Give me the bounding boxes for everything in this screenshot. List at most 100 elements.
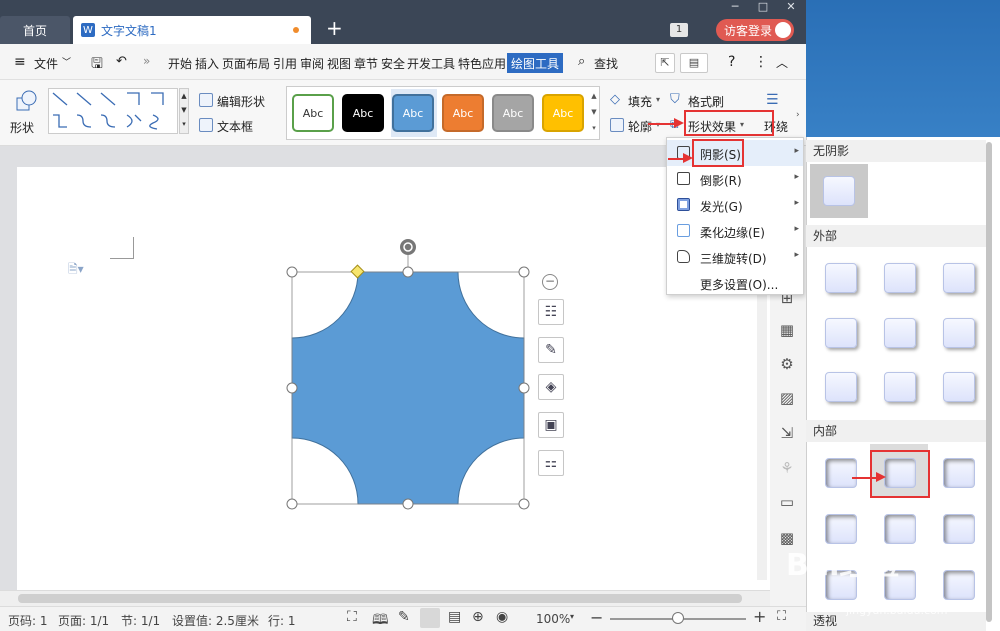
outer-shadow-option[interactable]	[884, 372, 916, 402]
menu-references[interactable]: 引用	[273, 55, 297, 72]
zoom-out-icon[interactable]: −	[590, 608, 603, 627]
vertical-scrollbar[interactable]	[757, 280, 767, 580]
chevron-down-icon[interactable]: ﹀	[62, 55, 71, 68]
page-view-icon[interactable]	[420, 608, 440, 628]
float-fill-icon[interactable]: ◈	[538, 374, 564, 400]
inner-shadow-option[interactable]	[943, 458, 975, 488]
zoom-dropdown-icon[interactable]: ▾	[570, 612, 574, 621]
sidebar-table-icon[interactable]: ▦	[779, 322, 795, 338]
menu-item-more-settings[interactable]: 更多设置(O)...	[667, 270, 803, 296]
textbox-label[interactable]: 文本框	[217, 118, 253, 135]
scroll-thumb[interactable]	[18, 594, 742, 603]
fit-page-icon[interactable]: ⛶	[777, 609, 786, 624]
outer-shadow-option[interactable]	[943, 372, 975, 402]
shadow-panel-scrollbar[interactable]	[986, 142, 992, 622]
format-painter-label[interactable]: 格式刷	[688, 93, 724, 110]
style-swatch-blue[interactable]: Abc	[392, 94, 434, 132]
more-options-icon[interactable]: ⋮	[754, 54, 768, 70]
more-icon[interactable]: »	[143, 54, 150, 68]
style-swatch-gray[interactable]: Abc	[492, 94, 534, 132]
help-icon[interactable]: ?	[728, 54, 735, 70]
menu-chapter[interactable]: 章节	[354, 55, 378, 72]
plaque-shape[interactable]	[291, 271, 525, 505]
inner-shadow-option[interactable]	[825, 458, 857, 488]
menu-developer[interactable]: 开发工具	[407, 55, 455, 72]
selected-shape[interactable]	[286, 236, 532, 512]
outer-shadow-option[interactable]	[825, 318, 857, 348]
comment-icon[interactable]: ▤	[680, 53, 708, 73]
menu-review[interactable]: 审阅	[300, 55, 324, 72]
outer-shadow-option[interactable]	[884, 318, 916, 348]
menu-item-reflection[interactable]: 倒影(R) ▸	[667, 166, 803, 192]
no-shadow-option[interactable]	[810, 164, 868, 218]
zoom-level[interactable]: 100%	[536, 612, 570, 626]
menu-item-3d-rotation[interactable]: 三维旋转(D) ▸	[667, 244, 803, 270]
menu-page-layout[interactable]: 页面布局	[222, 55, 270, 72]
textbox-icon[interactable]	[199, 118, 213, 132]
shape-label[interactable]: 形状	[10, 119, 34, 136]
format-painter-icon[interactable]: ⛉	[670, 92, 680, 107]
zoom-in-icon[interactable]: +	[753, 607, 766, 626]
float-effects-icon[interactable]: ⚏	[538, 450, 564, 476]
menu-view[interactable]: 视图	[327, 55, 351, 72]
wrap-icon[interactable]: ☰	[766, 92, 779, 108]
menu-item-soft-edges[interactable]: 柔化边缘(E) ▸	[667, 218, 803, 244]
shape-icon[interactable]	[16, 90, 38, 112]
save-icon[interactable]: 🖫	[91, 53, 103, 77]
float-layout-icon[interactable]: ☷	[538, 299, 564, 325]
menu-insert[interactable]: 插入	[195, 55, 219, 72]
new-tab-button[interactable]: +	[326, 18, 343, 38]
undo-icon[interactable]: ↶	[116, 54, 127, 69]
outer-shadow-option[interactable]	[943, 318, 975, 348]
outer-shadow-option[interactable]	[943, 263, 975, 293]
outer-shadow-option[interactable]	[884, 263, 916, 293]
edit-shape-label[interactable]: 编辑形状	[217, 93, 265, 110]
tab-document[interactable]: W 文字文稿1	[73, 16, 311, 44]
rotate-handle[interactable]	[400, 239, 416, 255]
hamburger-icon[interactable]: ≡	[14, 54, 26, 70]
menu-file[interactable]: 文件	[34, 55, 58, 72]
sidebar-share-icon[interactable]: ⇲	[779, 425, 795, 441]
inner-shadow-option[interactable]	[943, 570, 975, 600]
fill-label[interactable]: 填充	[628, 93, 652, 110]
minimize-icon[interactable]: ─	[724, 0, 746, 14]
menu-security[interactable]: 安全	[381, 55, 405, 72]
sidebar-adjust-icon[interactable]: ⚙	[779, 356, 795, 372]
outline-label[interactable]: 轮廓	[628, 118, 652, 135]
share-icon[interactable]: ⇱	[655, 53, 675, 73]
horizontal-scrollbar[interactable]	[0, 590, 770, 606]
collapse-float-icon[interactable]: −	[542, 274, 558, 290]
line-gallery-scroll[interactable]: ▲ ▼ ▾	[179, 88, 189, 134]
menu-find[interactable]: 查找	[594, 55, 618, 72]
reading-mode-icon[interactable]: 🕮	[372, 609, 389, 631]
write-mode-icon[interactable]: ✎	[398, 609, 410, 625]
float-brush-icon[interactable]: ✎	[538, 337, 564, 363]
sidebar-image-icon[interactable]: ▨	[779, 390, 795, 406]
style-swatch-gold[interactable]: Abc	[542, 94, 584, 132]
outline-view-icon[interactable]: ▤	[448, 609, 461, 625]
menu-special[interactable]: 特色应用	[458, 55, 506, 72]
style-gallery-scroll[interactable]: ▲ ▼ ▾	[589, 88, 599, 138]
line-gallery[interactable]	[48, 88, 178, 134]
inner-shadow-option[interactable]	[943, 514, 975, 544]
maximize-icon[interactable]: □	[752, 0, 774, 14]
style-swatch-white[interactable]: Abc	[292, 94, 334, 132]
search-icon[interactable]: ⌕	[578, 54, 585, 69]
eye-protect-icon[interactable]: ◉	[496, 609, 508, 625]
menu-drawing-tools[interactable]: 绘图工具	[507, 53, 563, 73]
collapse-ribbon-icon[interactable]: ︿	[776, 54, 788, 71]
doc-options-icon[interactable]: 🗎▾	[68, 260, 84, 281]
menu-item-glow[interactable]: 发光(G) ▸	[667, 192, 803, 218]
fill-icon[interactable]: ◇	[610, 92, 620, 107]
fullscreen-icon[interactable]: ⛶	[347, 609, 357, 625]
outline-icon[interactable]	[610, 118, 624, 132]
sidebar-archive-icon[interactable]: ▭	[779, 494, 795, 510]
menu-start[interactable]: 开始	[168, 55, 192, 72]
style-swatch-orange[interactable]: Abc	[442, 94, 484, 132]
tab-home[interactable]: 首页	[0, 16, 70, 44]
float-outline-icon[interactable]: ▣	[538, 412, 564, 438]
ribbon-next-icon[interactable]: ›	[796, 110, 800, 120]
outer-shadow-option[interactable]	[825, 263, 857, 293]
zoom-slider-thumb[interactable]	[672, 612, 684, 624]
close-icon[interactable]: ✕	[780, 0, 802, 14]
